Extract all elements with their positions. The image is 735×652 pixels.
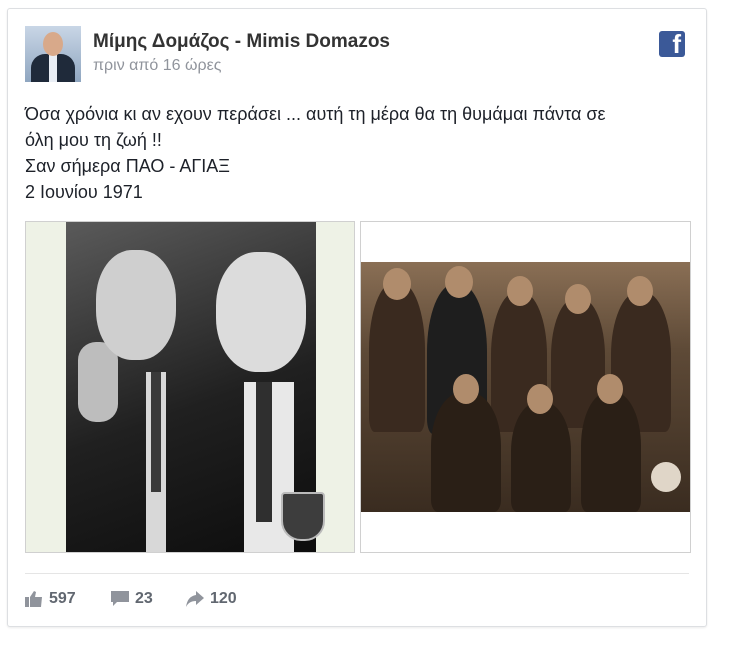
comment-bubble-icon (111, 590, 129, 606)
comments-value: 23 (135, 590, 153, 607)
team-player (369, 282, 425, 432)
team-player-face (597, 374, 623, 404)
message-line: όλη μου τη ζωή !! (25, 130, 162, 150)
team-player-face (627, 276, 653, 306)
avatar-shirt (49, 54, 57, 82)
team-player (511, 402, 571, 512)
facebook-icon[interactable]: f (659, 29, 685, 59)
stats-divider (25, 573, 689, 574)
team-player-face (445, 266, 473, 298)
message-line: Όσα χρόνια κι αν εχουν περάσει ... αυτή … (25, 104, 606, 124)
post-message: Όσα χρόνια κι αν εχουν περάσει ... αυτή … (25, 101, 695, 205)
message-line: Σαν σήμερα ΠΑΟ - ΑΓΙΑΞ (25, 156, 230, 176)
team-player-face (527, 384, 553, 414)
avatar-head (43, 32, 63, 56)
author-name[interactable]: Μίμης Δομάζος - Mimis Domazos (93, 31, 390, 53)
share-arrow-icon (186, 590, 204, 607)
likes-count[interactable]: 597 (25, 590, 76, 608)
photo-two-men[interactable] (25, 221, 355, 553)
clover-badge (281, 492, 325, 541)
team-player (581, 392, 641, 512)
shares-value: 120 (210, 590, 237, 607)
post-card: Μίμης Δομάζος - Mimis Domazos πριν από 1… (7, 8, 707, 627)
football (651, 462, 681, 492)
photo-tie-right (256, 382, 272, 522)
comments-count[interactable]: 23 (111, 590, 153, 608)
message-line: 2 Ιουνίου 1971 (25, 182, 143, 202)
photo-face-right (216, 252, 306, 372)
photo-hand (78, 342, 118, 422)
post-timestamp[interactable]: πριν από 16 ώρες (93, 57, 221, 75)
thumbs-up-icon (25, 590, 42, 607)
photo-image (361, 262, 690, 512)
team-player-face (453, 374, 479, 404)
photo-face-left (96, 250, 176, 360)
avatar[interactable] (25, 26, 81, 82)
photo-tie-left (151, 372, 161, 492)
team-player-face (383, 268, 411, 300)
shares-count[interactable]: 120 (186, 590, 237, 608)
likes-value: 597 (49, 590, 76, 607)
team-player-face (565, 284, 591, 314)
team-player-face (507, 276, 533, 306)
photo-team[interactable] (360, 221, 691, 553)
team-player (431, 392, 501, 512)
